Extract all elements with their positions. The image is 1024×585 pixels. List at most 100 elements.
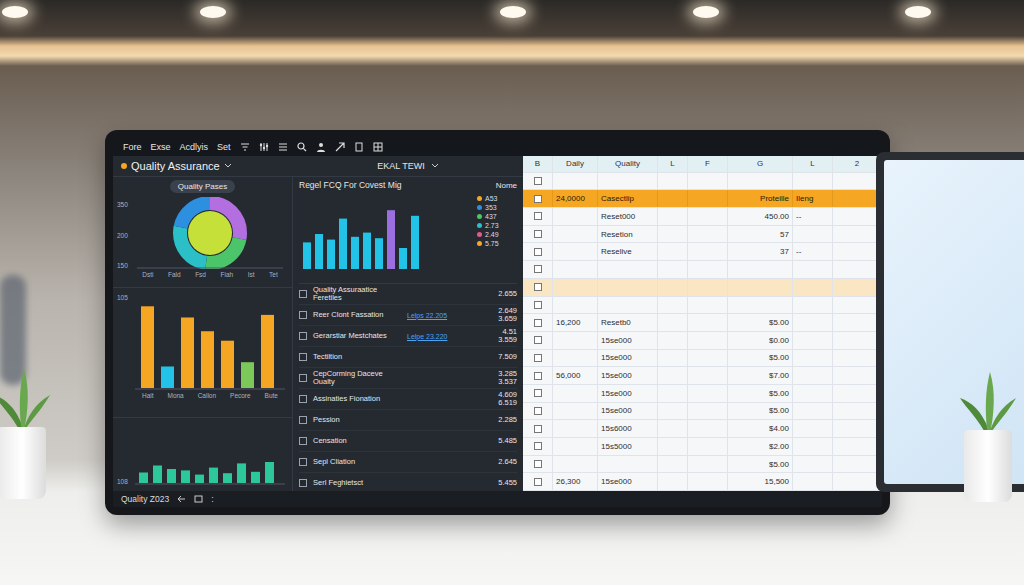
menu-item[interactable]: Exse [151, 142, 171, 152]
filter-icon[interactable] [240, 142, 250, 152]
qa-item[interactable]: Pession2.285 [299, 410, 517, 431]
bar[interactable] [241, 362, 254, 388]
table-cell[interactable] [728, 297, 793, 314]
table-cell[interactable] [688, 438, 728, 455]
table-cell[interactable] [658, 173, 688, 190]
table-cell[interactable]: Resetion [598, 226, 658, 243]
table-cell[interactable] [833, 243, 882, 260]
checkbox[interactable] [534, 195, 542, 203]
qa-item[interactable]: Tectiltion7.509 [299, 347, 517, 368]
bar[interactable] [363, 233, 371, 269]
table-cell[interactable]: 37 [728, 243, 793, 260]
table-cell[interactable] [658, 367, 688, 384]
table-cell[interactable] [688, 173, 728, 190]
table-cell[interactable] [793, 279, 833, 296]
checkbox[interactable] [534, 319, 542, 327]
checkbox[interactable] [299, 416, 307, 424]
table-cell[interactable] [688, 385, 728, 402]
checkbox[interactable] [534, 442, 542, 450]
checkbox[interactable] [299, 353, 307, 361]
table-row[interactable]: 15se000$5.00 [523, 350, 882, 368]
table-cell[interactable]: 56,000 [553, 367, 598, 384]
table-cell[interactable]: 15se000 [598, 350, 658, 367]
table-cell[interactable] [658, 314, 688, 331]
table-cell[interactable] [793, 438, 833, 455]
table-cell[interactable] [833, 403, 882, 420]
table-row[interactable]: 26,30015se00015,500 [523, 473, 882, 491]
checkbox[interactable] [534, 177, 542, 185]
sheet-tab[interactable]: Quality Z023 [121, 494, 169, 504]
column-header[interactable]: L [658, 156, 688, 172]
table-row[interactable] [523, 279, 882, 297]
table-row[interactable]: 15s6000$4.00 [523, 420, 882, 438]
table-cell[interactable] [658, 438, 688, 455]
bar[interactable] [375, 238, 383, 269]
table-cell[interactable] [688, 243, 728, 260]
checkbox[interactable] [299, 395, 307, 403]
table-cell[interactable] [658, 473, 688, 490]
menu-item[interactable]: Acdlyis [180, 142, 209, 152]
table-row[interactable]: Reset000450.00-- [523, 208, 882, 226]
qa-item[interactable]: Reer Clont FassationLelps 22.2052.6493.6… [299, 305, 517, 326]
table-cell[interactable] [688, 332, 728, 349]
table-cell[interactable] [833, 367, 882, 384]
checkbox[interactable] [534, 265, 542, 273]
table-cell[interactable] [793, 367, 833, 384]
table-cell[interactable] [658, 208, 688, 225]
table-cell[interactable] [658, 332, 688, 349]
table-cell[interactable] [658, 456, 688, 473]
table-cell[interactable] [688, 279, 728, 296]
table-cell[interactable] [833, 208, 882, 225]
table-cell[interactable] [833, 226, 882, 243]
table-cell[interactable] [658, 243, 688, 260]
checkbox[interactable] [299, 374, 307, 382]
table-cell[interactable] [793, 473, 833, 490]
table-cell[interactable] [598, 173, 658, 190]
table-cell[interactable]: 57 [728, 226, 793, 243]
bar[interactable] [223, 473, 232, 483]
table-cell[interactable] [833, 261, 882, 278]
qa-item[interactable]: Sepl Cliation2.645 [299, 452, 517, 473]
checkbox[interactable] [534, 283, 542, 291]
checkbox[interactable] [534, 230, 542, 238]
table-row[interactable]: 24,0000CasectlipProteilleIleng [523, 190, 882, 208]
checkbox[interactable] [299, 437, 307, 445]
column-header[interactable]: Daily [553, 156, 598, 172]
column-header[interactable]: G [728, 156, 793, 172]
view-selector[interactable]: EKAL TEWI [293, 161, 523, 171]
table-cell[interactable] [833, 385, 882, 402]
table-cell[interactable] [598, 261, 658, 278]
table-row[interactable]: 56,00015se000$7.00 [523, 367, 882, 385]
table-cell[interactable] [833, 279, 882, 296]
table-cell[interactable] [553, 261, 598, 278]
table-cell[interactable] [793, 350, 833, 367]
table-cell[interactable]: -- [793, 243, 833, 260]
qa-item[interactable]: Assinaties Fionation4.6096.519 [299, 389, 517, 410]
table-cell[interactable] [793, 173, 833, 190]
table-cell[interactable] [658, 190, 688, 207]
checkbox[interactable] [534, 389, 542, 397]
table-row[interactable]: Resetion 57 [523, 226, 882, 244]
table-cell[interactable] [688, 350, 728, 367]
table-cell[interactable]: $5.00 [728, 403, 793, 420]
grid-icon[interactable] [373, 142, 383, 152]
bar[interactable] [201, 331, 214, 388]
chart-pill[interactable]: Quality Pases [170, 180, 235, 193]
table-row[interactable]: Reselive37-- [523, 243, 882, 261]
table-row[interactable]: 16,200Resetb0$5.00 [523, 314, 882, 332]
donut-segment[interactable] [180, 203, 240, 263]
table-cell[interactable] [658, 226, 688, 243]
donut-segment[interactable] [180, 203, 240, 263]
column-header[interactable]: L [793, 156, 833, 172]
table-cell[interactable]: 15se000 [598, 385, 658, 402]
bar[interactable] [161, 367, 174, 389]
table-cell[interactable] [793, 314, 833, 331]
table-cell[interactable] [598, 297, 658, 314]
table-cell[interactable] [553, 208, 598, 225]
checkbox[interactable] [299, 458, 307, 466]
search-icon[interactable] [297, 142, 307, 152]
more-button[interactable]: : [211, 494, 214, 504]
qa-link[interactable]: Lelpe 23.220 [407, 333, 463, 340]
table-cell[interactable] [833, 420, 882, 437]
table-cell[interactable]: 15,500 [728, 473, 793, 490]
